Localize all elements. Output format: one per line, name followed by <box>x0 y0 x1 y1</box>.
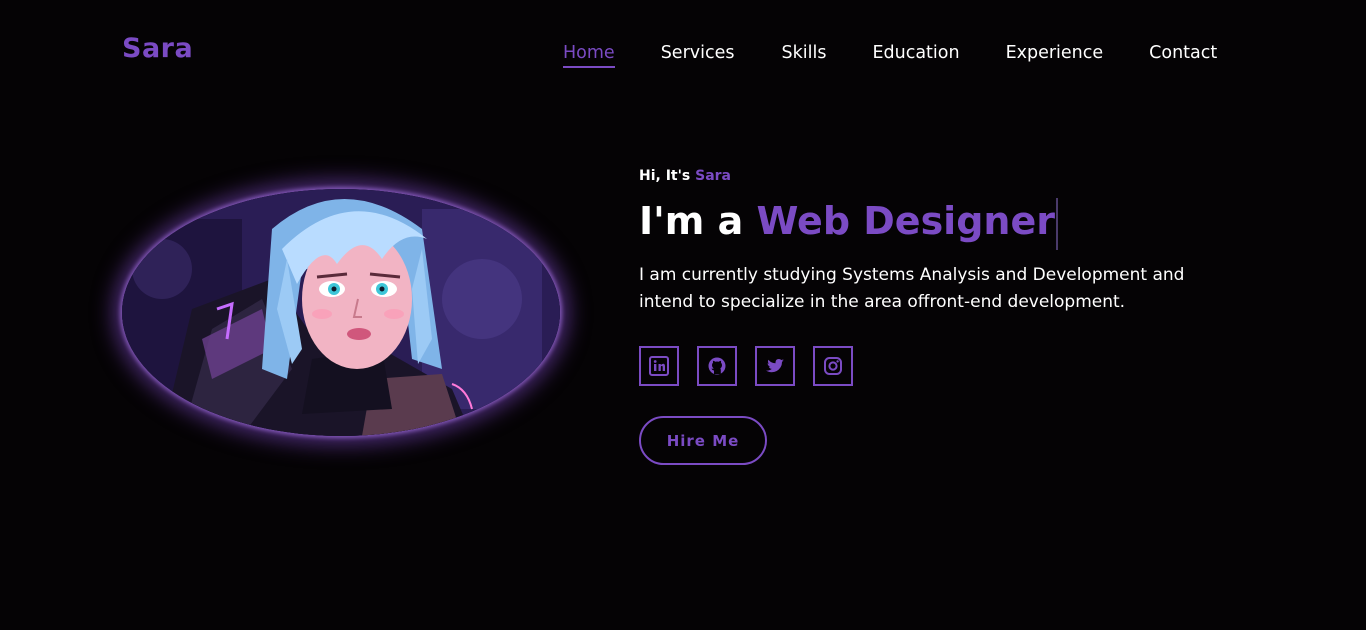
nav-home[interactable]: Home <box>563 43 615 68</box>
nav-education[interactable]: Education <box>872 43 959 68</box>
twitter-link[interactable] <box>755 346 795 386</box>
social-links <box>639 346 1279 386</box>
github-icon <box>708 357 726 375</box>
github-link[interactable] <box>697 346 737 386</box>
nav-skills[interactable]: Skills <box>781 43 826 68</box>
typing-cursor <box>1055 197 1058 250</box>
instagram-link[interactable] <box>813 346 853 386</box>
greeting: Hi, It's Sara <box>639 168 1279 190</box>
hire-me-button[interactable]: Hire Me <box>639 416 767 465</box>
instagram-icon <box>824 357 842 375</box>
greeting-name: Sara <box>695 168 731 184</box>
nav-experience[interactable]: Experience <box>1006 43 1104 68</box>
hero-section: Hi, It's Sara I'm a Web Designer I am cu… <box>639 168 1279 465</box>
main-nav: Home Services Skills Education Experienc… <box>563 43 1217 68</box>
site-header: Sara Home Services Skills Education Expe… <box>0 0 1366 110</box>
greeting-prefix: Hi, It's <box>639 168 691 184</box>
hero-description: I am currently studying Systems Analysis… <box>639 265 1185 312</box>
headline-prefix: I'm a <box>639 199 744 243</box>
twitter-icon <box>766 359 784 373</box>
logo[interactable]: Sara <box>122 33 193 64</box>
headline: I'm a Web Designer <box>639 196 1279 250</box>
nav-contact[interactable]: Contact <box>1149 43 1217 68</box>
linkedin-icon <box>649 356 669 376</box>
portrait-illustration <box>122 189 560 436</box>
nav-services[interactable]: Services <box>661 43 735 68</box>
profile-portrait <box>122 189 560 436</box>
linkedin-link[interactable] <box>639 346 679 386</box>
headline-role: Web Designer <box>756 199 1055 243</box>
